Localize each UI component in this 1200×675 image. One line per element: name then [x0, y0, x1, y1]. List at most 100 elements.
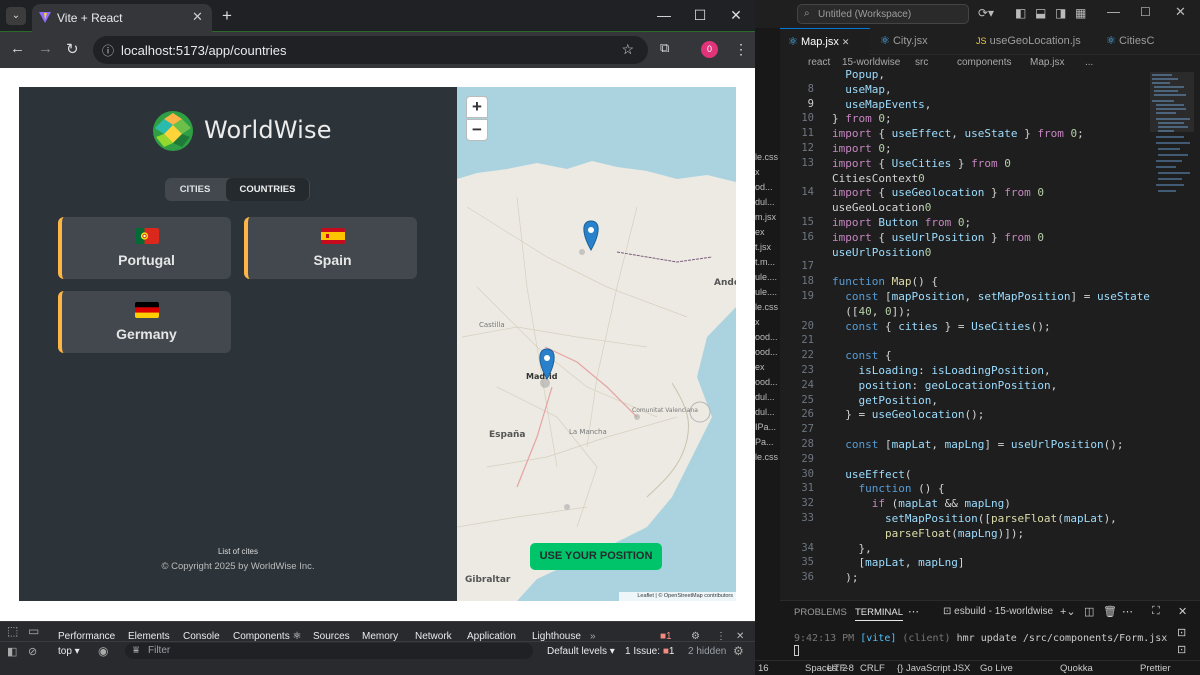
terminal-more-icon[interactable]: ⋯: [1122, 605, 1133, 618]
vscode-minimize-icon[interactable]: —: [1107, 4, 1120, 19]
vscode-close-icon[interactable]: ✕: [1175, 4, 1186, 20]
close-panel-icon[interactable]: ✕: [1178, 605, 1187, 618]
status-item[interactable]: {} JavaScript JSX: [897, 663, 970, 674]
explorer-item[interactable]: od...: [755, 180, 780, 195]
panel-tab-terminal[interactable]: TERMINAL: [855, 607, 904, 621]
live-expression-eye-icon[interactable]: ◉: [98, 644, 108, 658]
copilot-icon[interactable]: ⟳▾: [978, 6, 994, 20]
explorer-item[interactable]: ex: [755, 225, 780, 240]
site-info-icon[interactable]: ⓘ: [102, 42, 114, 59]
explorer-item[interactable]: ood...: [755, 330, 780, 345]
explorer-item[interactable]: le.css: [755, 150, 780, 165]
code-editor[interactable]: Popup, 8 useMap, 9 useMapEvents, 10} from 0…: [780, 68, 1200, 592]
editor-tab-map[interactable]: ⚛ Map.jsx ✕: [780, 28, 870, 55]
url-input[interactable]: ⓘ localhost:5173/app/countries ☆: [93, 36, 648, 64]
panel-tab-problems[interactable]: PROBLEMS: [794, 607, 847, 618]
status-item[interactable]: Quokka: [1060, 663, 1093, 674]
explorer-item[interactable]: Pa...: [755, 435, 780, 450]
vscode-maximize-icon[interactable]: ☐: [1140, 5, 1151, 19]
tab-countries[interactable]: COUNTRIES: [226, 178, 309, 201]
explorer-item[interactable]: dul...: [755, 390, 780, 405]
explorer-item[interactable]: ood...: [755, 375, 780, 390]
zoom-in-button[interactable]: +: [466, 96, 488, 118]
tab-search-dropdown-icon[interactable]: ⌄: [6, 7, 26, 25]
explorer-item[interactable]: x: [755, 315, 780, 330]
editor-tab-city[interactable]: ⚛ City.jsx: [872, 28, 958, 55]
sidebar-toggle-icon[interactable]: ◧: [7, 645, 17, 658]
country-card-germany[interactable]: Germany: [58, 291, 231, 353]
minimize-icon[interactable]: —: [654, 7, 674, 23]
maximize-icon[interactable]: ☐: [690, 7, 710, 24]
status-item[interactable]: Prettier: [1140, 663, 1171, 674]
map-container[interactable]: Madrid España Gibraltar Ando Castilla La…: [457, 87, 736, 601]
customize-layout-icon[interactable]: ▦: [1075, 6, 1086, 20]
forward-icon[interactable]: →: [38, 40, 53, 57]
clear-console-icon[interactable]: ⊘: [28, 645, 37, 658]
explorer-item[interactable]: x: [755, 165, 780, 180]
reload-icon[interactable]: ↻: [66, 40, 79, 58]
profile-avatar[interactable]: 0: [701, 41, 718, 58]
bookmark-star-icon[interactable]: ☆: [621, 41, 634, 58]
browser-tab[interactable]: Vite + React ✕: [32, 4, 212, 32]
code-line: getPosition,: [858, 393, 938, 407]
explorer-item[interactable]: m.jsx: [755, 210, 780, 225]
breadcrumb-item[interactable]: src: [915, 57, 928, 68]
breadcrumb-item[interactable]: Map.jsx: [1030, 57, 1064, 68]
toggle-secondary-sidebar-icon[interactable]: ◨: [1055, 6, 1066, 20]
explorer-item[interactable]: ood...: [755, 345, 780, 360]
new-terminal-icon[interactable]: +⌄: [1060, 605, 1076, 618]
toggle-primary-sidebar-icon[interactable]: ◧: [1015, 6, 1026, 20]
explorer-item[interactable]: dul...: [755, 405, 780, 420]
editor-tab-usegeolocation[interactable]: JS useGeoLocation.js: [970, 28, 1100, 55]
explorer-item[interactable]: le.css: [755, 300, 780, 315]
country-card-spain[interactable]: Spain: [244, 217, 417, 279]
explorer-item[interactable]: t.jsx: [755, 240, 780, 255]
terminal-instance[interactable]: ⊡ esbuild - 15-worldwise: [943, 606, 1053, 617]
status-item[interactable]: Go Live: [980, 663, 1013, 674]
map-attribution[interactable]: Leaflet | © OpenStreetMap contributors: [619, 592, 736, 601]
breadcrumb-item[interactable]: ...: [1085, 57, 1093, 68]
inspect-element-icon[interactable]: ⬚: [7, 624, 18, 638]
explorer-item[interactable]: IPa...: [755, 420, 780, 435]
status-item[interactable]: UTF-8: [827, 663, 854, 674]
breadcrumb-item[interactable]: react: [808, 57, 830, 68]
more-panel-icon[interactable]: ⋯: [908, 605, 919, 618]
issues-count[interactable]: 1 Issue: ■1: [625, 646, 674, 657]
close-editor-icon[interactable]: ✕: [842, 37, 850, 47]
terminal-list-icon-2[interactable]: ⊡: [1177, 643, 1186, 656]
new-tab-icon[interactable]: +: [222, 6, 232, 26]
terminal-list-icon-1[interactable]: ⊡: [1177, 626, 1186, 639]
minimap[interactable]: [1150, 72, 1194, 212]
browser-menu-icon[interactable]: ⋮: [734, 41, 748, 58]
country-card-portugal[interactable]: Portugal: [58, 217, 231, 279]
split-terminal-icon[interactable]: ◫: [1084, 605, 1094, 618]
editor-tab-citiescontext[interactable]: ⚛ CitiesC: [1100, 28, 1200, 55]
tab-cities[interactable]: CITIES: [165, 178, 225, 201]
close-window-icon[interactable]: ✕: [726, 7, 746, 24]
context-select[interactable]: top ▾: [58, 646, 80, 657]
explorer-item[interactable]: dul...: [755, 195, 780, 210]
breadcrumb-item[interactable]: 15-worldwise: [842, 57, 900, 68]
explorer-item[interactable]: ex: [755, 360, 780, 375]
code-line: [mapLat, mapLng]: [832, 556, 965, 570]
explorer-item[interactable]: ule....: [755, 270, 780, 285]
toggle-panel-icon[interactable]: ⬓: [1035, 6, 1046, 20]
command-center-search[interactable]: ⌕ Untitled (Workspace): [797, 4, 969, 24]
status-item[interactable]: CRLF: [860, 663, 885, 674]
explorer-item[interactable]: t.m...: [755, 255, 780, 270]
close-tab-icon[interactable]: ✕: [192, 9, 203, 25]
console-filter-input[interactable]: ⩸ Filter: [125, 643, 533, 659]
explorer-item[interactable]: le.css: [755, 450, 780, 465]
explorer-item[interactable]: ule....: [755, 285, 780, 300]
maximize-panel-icon[interactable]: ⛶: [1152, 605, 1160, 618]
console-settings-icon[interactable]: ⚙: [733, 644, 744, 658]
use-your-position-button[interactable]: USE YOUR POSITION: [530, 543, 662, 570]
log-levels-select[interactable]: Default levels ▾: [547, 646, 615, 657]
extensions-icon[interactable]: ⧉: [660, 40, 669, 56]
status-item[interactable]: 16: [758, 663, 769, 674]
back-icon[interactable]: ←: [10, 40, 25, 57]
breadcrumb-item[interactable]: components: [957, 57, 1011, 68]
kill-terminal-icon[interactable]: 🗑: [1103, 605, 1117, 618]
device-toolbar-icon[interactable]: ▭: [28, 624, 39, 638]
zoom-out-button[interactable]: −: [466, 119, 488, 141]
